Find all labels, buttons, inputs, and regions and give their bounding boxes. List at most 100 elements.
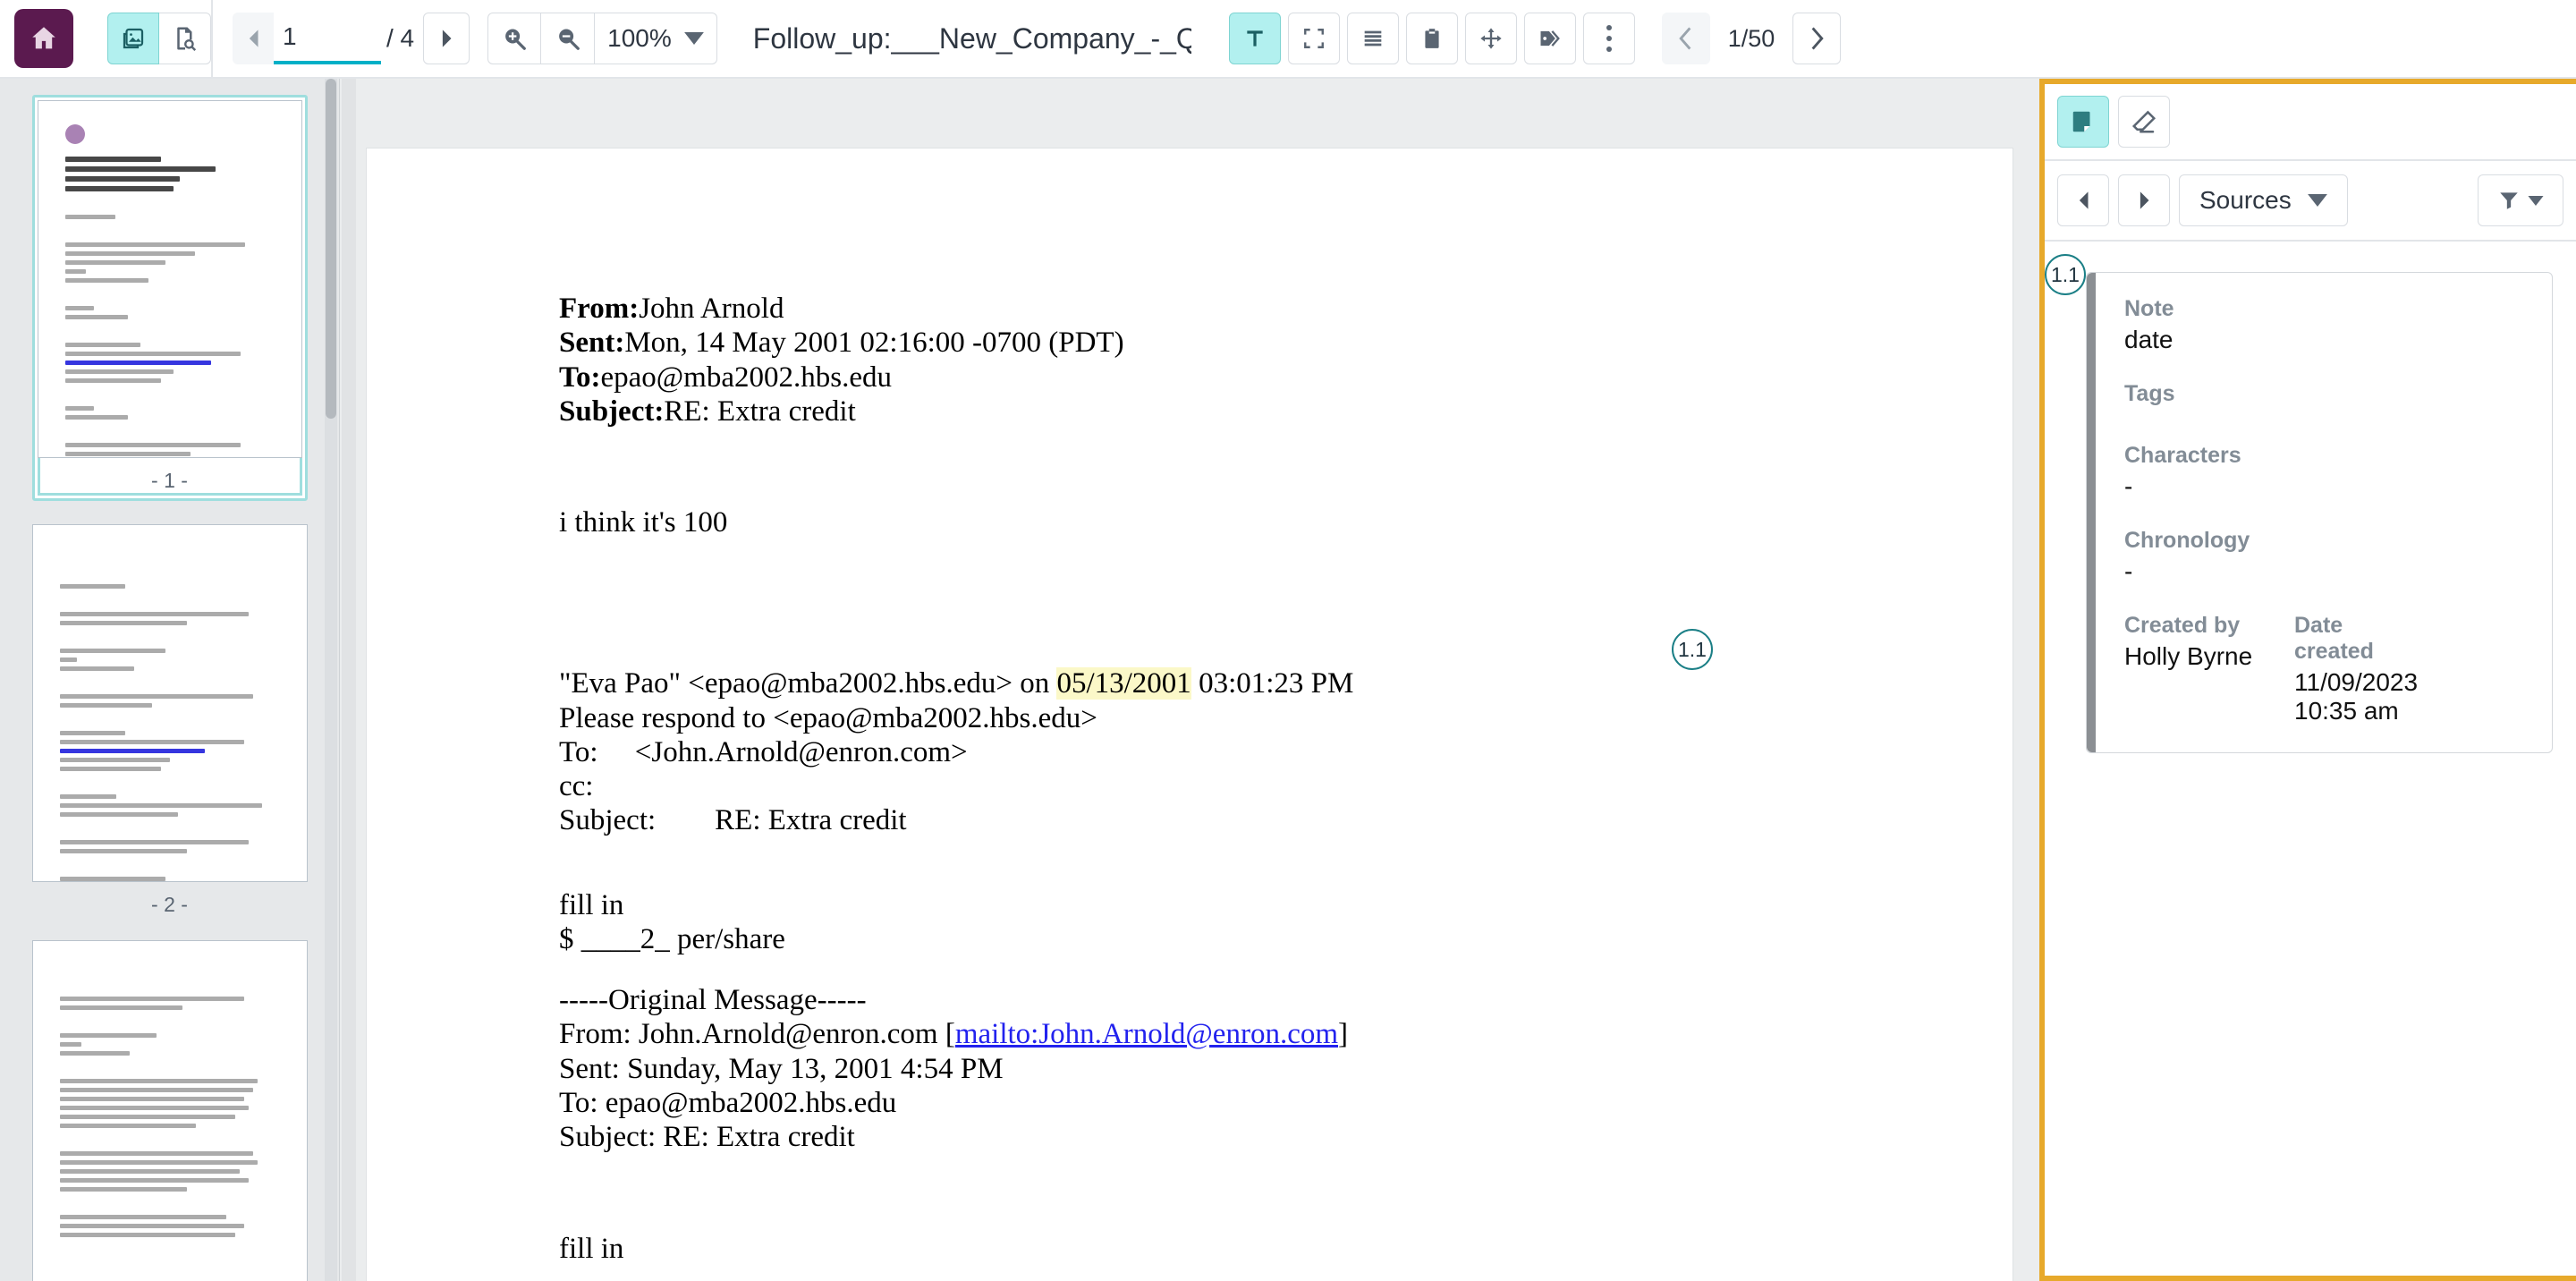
to-value: epao@mba2002.hbs.edu bbox=[600, 361, 892, 394]
created-by-label: Created by bbox=[2124, 613, 2258, 639]
fullscreen-tool-button[interactable] bbox=[1288, 13, 1340, 64]
chevron-left-icon bbox=[1677, 27, 1695, 50]
tags-field-label: Tags bbox=[2124, 381, 2525, 407]
characters-field-value: - bbox=[2124, 472, 2525, 501]
thumbnail-2-preview bbox=[32, 524, 308, 882]
text-icon bbox=[1243, 27, 1267, 50]
annotation-filter-toolbar: Sources bbox=[2045, 161, 2576, 242]
original-from-post: ] bbox=[1338, 1018, 1348, 1050]
annotation-marker-1-1[interactable]: 1.1 bbox=[1672, 629, 1713, 670]
lines-tool-button[interactable] bbox=[1347, 13, 1399, 64]
next-annotation-button[interactable] bbox=[2118, 174, 2170, 226]
note-mode-button[interactable] bbox=[2057, 96, 2109, 148]
email-header: From:John ArnoldSent:Mon, 14 May 2001 02… bbox=[559, 292, 1834, 428]
sources-dropdown[interactable]: Sources bbox=[2179, 174, 2348, 226]
chevron-right-icon bbox=[438, 29, 454, 48]
sent-value: Mon, 14 May 2001 02:16:00 -0700 (PDT) bbox=[624, 327, 1123, 359]
document-viewer[interactable]: From:John ArnoldSent:Mon, 14 May 2001 02… bbox=[340, 79, 2039, 1281]
image-icon bbox=[120, 25, 147, 52]
previous-page-button[interactable] bbox=[233, 13, 274, 64]
annotation-list: 1.1 Note date Tags Characters - Chronolo… bbox=[2045, 242, 2576, 1276]
quote-line3: To: <John.Arnold@enron.com> bbox=[559, 736, 968, 768]
document-scrollbar[interactable] bbox=[342, 79, 356, 1281]
date-created-block: Date created 11/09/2023 10:35 am bbox=[2294, 613, 2428, 725]
document-count-label: 1/50 bbox=[1728, 25, 1775, 53]
main-toolbar: / 4 bbox=[0, 0, 2576, 79]
sources-label: Sources bbox=[2199, 186, 2292, 215]
zoom-level-select[interactable]: 100% bbox=[595, 13, 717, 64]
quote-line1-post: 03:01:23 PM bbox=[1191, 667, 1354, 700]
thumbnail-1-frame: - 1 - bbox=[32, 95, 308, 501]
characters-field-label: Characters bbox=[2124, 443, 2525, 469]
created-by-value: Holly Byrne bbox=[2124, 642, 2258, 671]
from-label: From: bbox=[559, 293, 639, 325]
zoom-out-icon bbox=[555, 25, 581, 52]
original-from-pre: From: John.Arnold@enron.com [ bbox=[559, 1018, 955, 1050]
quote-line4: cc: bbox=[559, 770, 593, 802]
more-options-button[interactable] bbox=[1583, 13, 1635, 64]
fill-block: fill in$ ____2_ per/share bbox=[559, 888, 1834, 957]
filter-dropdown[interactable] bbox=[2478, 174, 2563, 226]
image-view-button[interactable] bbox=[107, 13, 159, 64]
chevron-right-icon bbox=[2136, 191, 2152, 210]
thumbnail-pane[interactable]: - 1 - bbox=[0, 79, 340, 1281]
previous-document-button[interactable] bbox=[1662, 13, 1710, 64]
note-card[interactable]: Note date Tags Characters - Chronology -… bbox=[2086, 272, 2553, 753]
page-total-label: / 4 bbox=[386, 24, 414, 53]
thumbnail-page-2[interactable]: - 2 - bbox=[32, 524, 308, 917]
page-navigator: / 4 bbox=[233, 13, 470, 64]
text-search-view-button[interactable] bbox=[159, 13, 211, 64]
quote-line2: Please respond to <epao@mba2002.hbs.edu> bbox=[559, 702, 1097, 734]
clipboard-tool-button[interactable] bbox=[1406, 13, 1458, 64]
note-card-meta: Created by Holly Byrne Date created 11/0… bbox=[2124, 613, 2525, 725]
note-field-value: date bbox=[2124, 326, 2525, 354]
eraser-mode-button[interactable] bbox=[2118, 96, 2170, 148]
original-subject: Subject: RE: Extra credit bbox=[559, 1121, 855, 1153]
chevron-down-icon bbox=[684, 32, 704, 45]
fill-line1: fill in bbox=[559, 889, 623, 921]
thumbnail-2-frame: - 2 - bbox=[32, 524, 308, 917]
text-tool-button[interactable] bbox=[1229, 13, 1281, 64]
thumbnail-3-preview bbox=[32, 940, 308, 1281]
thumbnail-page-3[interactable] bbox=[32, 940, 308, 1281]
previous-annotation-button[interactable] bbox=[2057, 174, 2109, 226]
thumbnail-scrollbar-knob[interactable] bbox=[326, 79, 336, 419]
app-root: / 4 bbox=[0, 0, 2576, 1281]
note-card-badge[interactable]: 1.1 bbox=[2045, 254, 2086, 295]
zoom-out-button[interactable] bbox=[541, 13, 595, 64]
chevron-down-icon bbox=[2308, 194, 2327, 207]
subject-value: RE: Extra credit bbox=[664, 395, 855, 428]
chevron-left-icon bbox=[2075, 191, 2091, 210]
document-search-icon bbox=[172, 25, 199, 52]
original-message-block: -----Original Message-----From: John.Arn… bbox=[559, 983, 1834, 1154]
zoom-in-icon bbox=[501, 25, 528, 52]
next-document-button[interactable] bbox=[1792, 13, 1841, 64]
page-marker-dot bbox=[65, 124, 85, 144]
next-page-button[interactable] bbox=[423, 13, 470, 64]
mailto-link[interactable]: mailto:John.Arnold@enron.com bbox=[955, 1018, 1338, 1050]
zoom-level-label: 100% bbox=[607, 24, 672, 53]
quote-line5: Subject: RE: Extra credit bbox=[559, 804, 907, 836]
fill-block-2: fill in bbox=[559, 1232, 1834, 1266]
chevron-right-icon bbox=[1808, 27, 1826, 50]
clipboard-icon bbox=[1420, 27, 1444, 50]
page-number-input[interactable] bbox=[274, 13, 381, 64]
kebab-icon bbox=[1606, 25, 1612, 52]
tag-tool-button[interactable] bbox=[1524, 13, 1576, 64]
note-icon bbox=[2070, 108, 2097, 135]
original-to: To: epao@mba2002.hbs.edu bbox=[559, 1087, 896, 1119]
zoom-in-button[interactable] bbox=[487, 13, 541, 64]
chronology-field-value: - bbox=[2124, 557, 2525, 586]
subject-label: Subject: bbox=[559, 395, 664, 428]
original-divider: -----Original Message----- bbox=[559, 984, 867, 1016]
thumbnail-scrollbar[interactable] bbox=[325, 79, 337, 1281]
annotation-mode-toolbar bbox=[2045, 84, 2576, 161]
home-button[interactable] bbox=[14, 9, 73, 68]
document-title: Follow_up:___New_Company_-_Q bbox=[753, 22, 1191, 55]
move-tool-button[interactable] bbox=[1465, 13, 1517, 64]
to-label: To: bbox=[559, 361, 600, 394]
thumbnail-page-1[interactable]: - 1 - bbox=[32, 95, 308, 501]
quoted-text: "Eva Pao" <epao@mba2002.hbs.edu> on 05/1… bbox=[559, 666, 1834, 837]
highlighted-date[interactable]: 05/13/2001 bbox=[1056, 667, 1191, 700]
chevron-left-icon bbox=[245, 29, 261, 48]
